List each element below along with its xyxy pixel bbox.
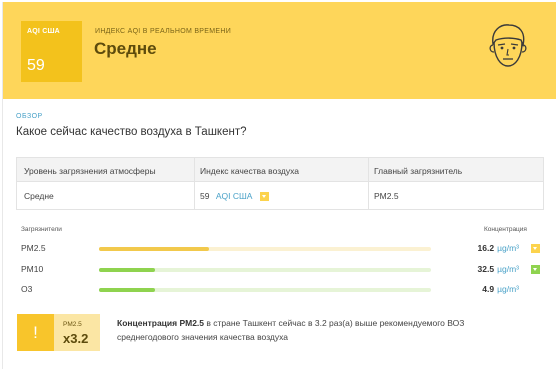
air-quality-table: Уровень загрязнения атмосферы Индекс кач… [16, 157, 544, 210]
pollutant-multiplier-badge: ! PM2.5 x3.2 [17, 314, 100, 351]
table-divider [194, 158, 195, 209]
chevron-down-icon[interactable] [531, 244, 540, 253]
concentration-description: Концентрация PM2.5 в стране Ташкент сейч… [117, 316, 487, 344]
aqi-status: Средне [94, 39, 157, 58]
concentration-bar [99, 247, 431, 251]
table-divider [368, 158, 369, 209]
concentration-label: Концентрация [484, 226, 527, 233]
aqi-badge: AQI США 59 [21, 21, 82, 82]
pollutants-label: Загрязнители [21, 226, 62, 233]
multiplier-value: x3.2 [63, 331, 89, 346]
worried-face-icon [489, 24, 527, 67]
chevron-down-icon[interactable] [531, 265, 540, 274]
concentration-bar-fill [99, 268, 156, 272]
pollutant-name: O3 [21, 284, 33, 294]
cell-aqi-value: 59 [200, 191, 210, 201]
aqi-header: AQI США 59 ИНДЕКС AQI В РЕАЛЬНОМ ВРЕМЕНИ… [3, 2, 556, 99]
overview-question: Какое сейчас качество воздуха в Ташкент? [16, 126, 247, 138]
cell-main-pollutant: PM2.5 [374, 191, 399, 201]
aqi-unit-link[interactable]: AQI США [216, 191, 253, 201]
realtime-label: ИНДЕКС AQI В РЕАЛЬНОМ ВРЕМЕНИ [95, 28, 232, 35]
aqi-badge-value: 59 [27, 57, 45, 74]
pollutant-value: 16.2 µg/m³ [477, 243, 519, 253]
column-header-aqi: Индекс качества воздуха [200, 166, 300, 176]
multiplier-pollutant: PM2.5 [63, 321, 82, 328]
concentration-bar [99, 268, 431, 272]
pollutant-name: PM10 [21, 264, 44, 274]
overview-tag: ОБЗОР [16, 113, 43, 120]
column-header-pollutant: Главный загрязнитель [374, 166, 463, 176]
pollutant-value: 4.9 µg/m³ [482, 284, 519, 294]
concentration-bar [99, 288, 431, 292]
concentration-title: Концентрация PM2.5 [117, 318, 205, 328]
pollutant-value: 32.5 µg/m³ [477, 264, 519, 274]
cell-aqi: 59 AQI США [200, 191, 269, 202]
aqi-badge-label: AQI США [27, 28, 60, 35]
chevron-down-icon[interactable] [259, 192, 269, 202]
concentration-bar-fill [99, 247, 209, 251]
column-header-level: Уровень загрязнения атмосферы [24, 166, 156, 176]
cell-level: Средне [24, 191, 54, 201]
exclamation-icon: ! [17, 314, 54, 351]
concentration-bar-fill [99, 288, 156, 292]
pollutant-name: PM2.5 [21, 243, 46, 253]
aqi-widget: AQI США 59 ИНДЕКС AQI В РЕАЛЬНОМ ВРЕМЕНИ… [2, 2, 556, 369]
